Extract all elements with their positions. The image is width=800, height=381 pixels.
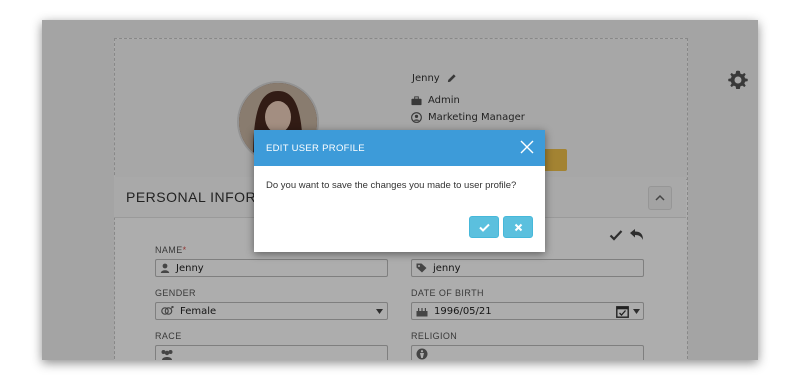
- dialog-message: Do you want to save the changes you made…: [266, 180, 517, 191]
- cancel-button[interactable]: [503, 216, 533, 238]
- app-window: Jenny Admin Marketing Manager PERSONAL I…: [42, 20, 758, 360]
- edit-profile-dialog: EDIT USER PROFILE Do you want to save th…: [254, 130, 545, 252]
- close-icon[interactable]: [519, 139, 535, 155]
- dialog-header: EDIT USER PROFILE: [254, 130, 545, 166]
- x-icon: [514, 223, 522, 231]
- dialog-title: EDIT USER PROFILE: [266, 143, 365, 154]
- check-icon: [478, 223, 490, 232]
- confirm-button[interactable]: [469, 216, 499, 238]
